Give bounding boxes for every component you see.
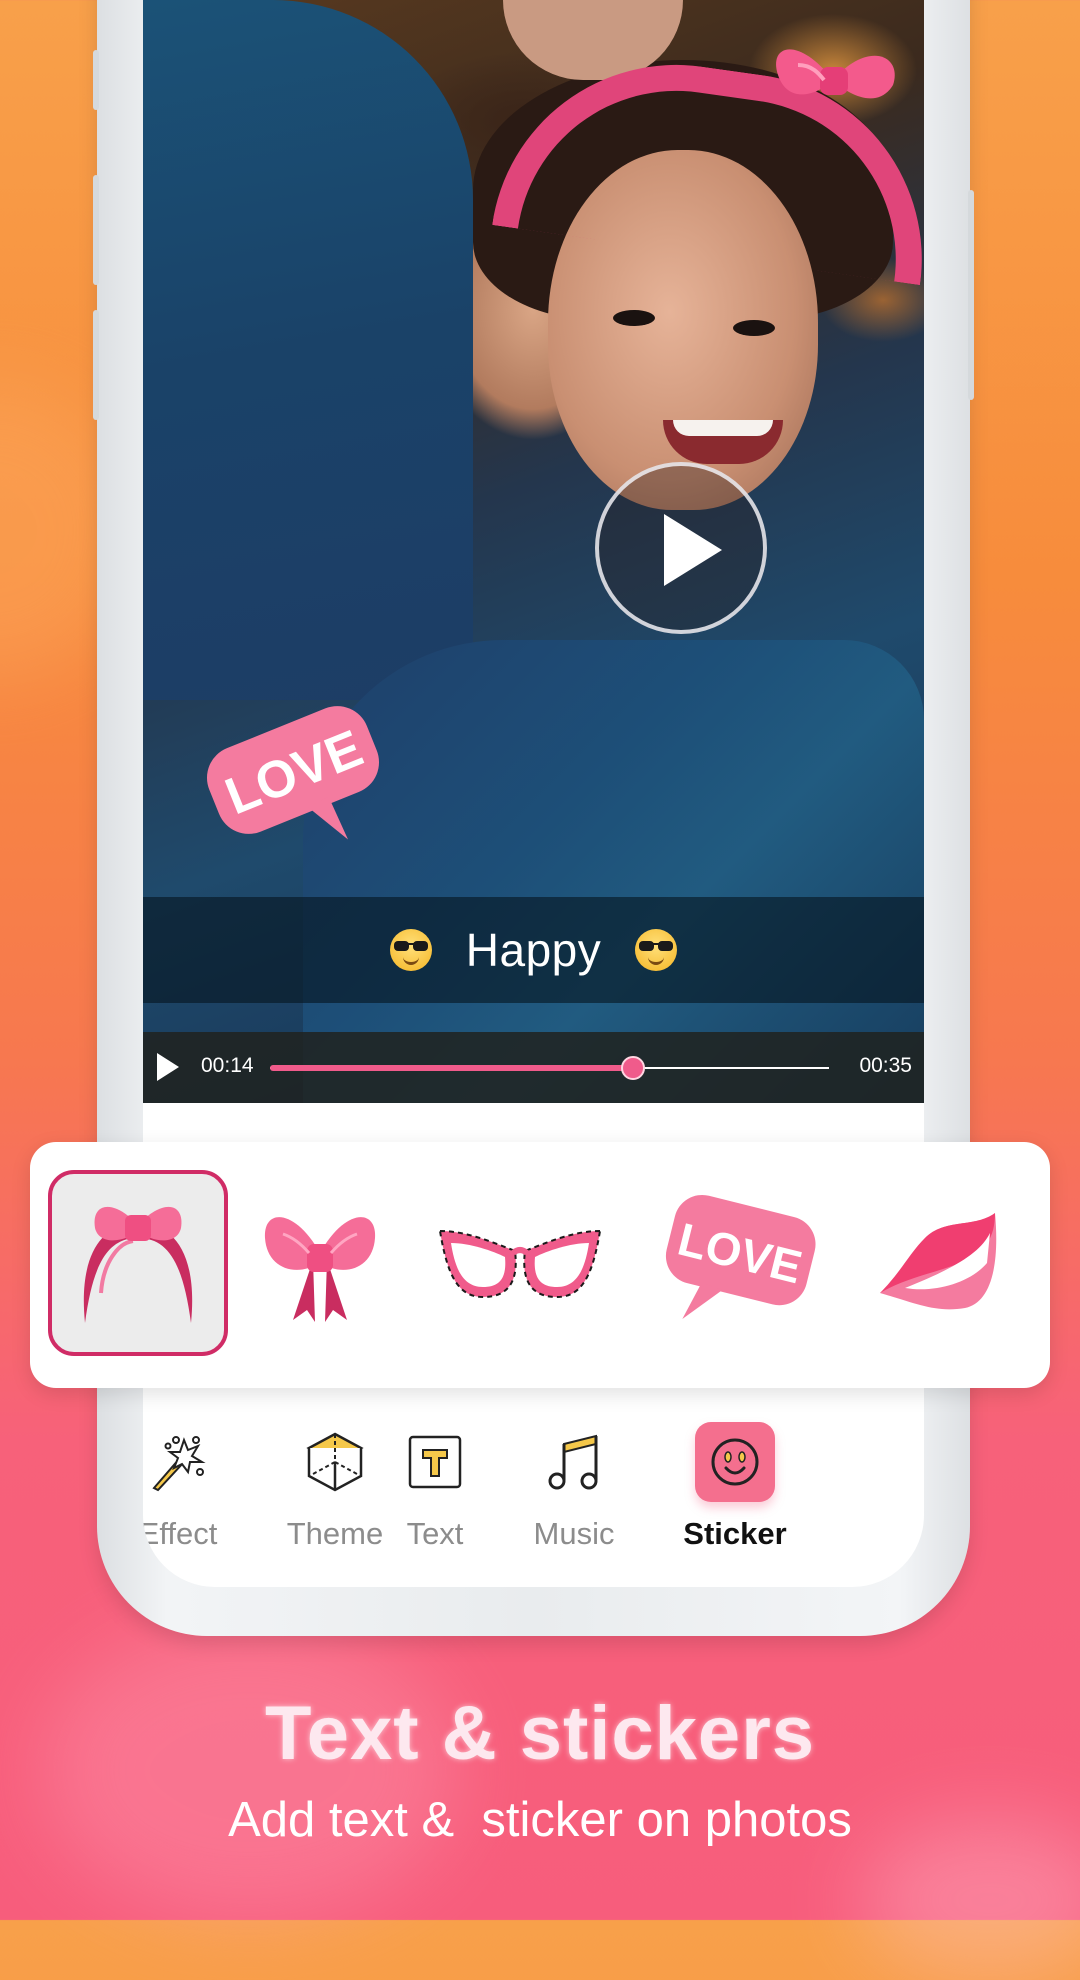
- phone-side-button: [968, 190, 974, 400]
- caption-bar[interactable]: Happy: [143, 897, 924, 1003]
- cube-icon: [295, 1422, 375, 1502]
- phone-side-button: [93, 310, 99, 420]
- promo-subtitle: Add text & sticker on photos: [228, 1793, 852, 1847]
- photo-teeth: [673, 420, 773, 436]
- magic-wand-icon: [143, 1422, 218, 1502]
- sticker-item-glasses[interactable]: [430, 1170, 610, 1356]
- seek-bar-handle[interactable]: [621, 1056, 646, 1080]
- promo-title: Text & stickers: [264, 1691, 816, 1776]
- bow-icon: [264, 1217, 376, 1322]
- headband-bow-sticker-overlay[interactable]: [758, 35, 908, 125]
- video-player-bar: 00:14 00:35: [143, 1032, 924, 1103]
- sunglasses-emoji-icon: [389, 929, 432, 971]
- lips-icon: [880, 1213, 997, 1310]
- caption-text[interactable]: Happy: [466, 923, 601, 977]
- music-note-icon: [534, 1422, 614, 1502]
- seek-bar-progress: [270, 1065, 634, 1071]
- phone-side-button: [93, 175, 99, 285]
- video-preview[interactable]: LOVE Happy 00:14 00:35: [143, 0, 924, 1103]
- nav-label: Text: [406, 1516, 464, 1551]
- love-bubble-icon: LOVE: [665, 1194, 816, 1320]
- nav-label: Effect: [143, 1516, 218, 1551]
- photo-arm: [143, 0, 473, 700]
- play-overlay-button[interactable]: [595, 462, 767, 634]
- sunglasses-emoji-icon: [635, 929, 678, 971]
- photo-eye: [613, 310, 655, 326]
- glasses-icon: [438, 1229, 602, 1299]
- play-icon: [664, 514, 722, 586]
- play-icon[interactable]: [157, 1053, 179, 1081]
- love-sticker-overlay[interactable]: LOVE: [198, 690, 388, 860]
- sticker-item-bow[interactable]: [230, 1170, 410, 1356]
- smiley-icon: [695, 1422, 775, 1502]
- nav-label: Sticker: [683, 1516, 787, 1551]
- nav-item-effect[interactable]: Effect: [143, 1422, 243, 1562]
- nav-item-sticker[interactable]: Sticker: [670, 1422, 800, 1562]
- duration: 00:35: [859, 1054, 912, 1077]
- phone-side-button: [93, 50, 99, 110]
- sticker-tray: LOVE: [30, 1142, 1050, 1388]
- nav-item-text[interactable]: Text: [370, 1422, 500, 1562]
- sticker-item-headband[interactable]: [48, 1170, 228, 1356]
- nav-item-music[interactable]: Music: [509, 1422, 639, 1562]
- text-box-icon: [395, 1422, 475, 1502]
- seek-bar[interactable]: [270, 1056, 829, 1080]
- photo-eye: [733, 320, 775, 336]
- sticker-item-love[interactable]: LOVE: [650, 1170, 830, 1356]
- sticker-item-lips[interactable]: [850, 1170, 1030, 1356]
- headband-icon: [83, 1206, 193, 1323]
- nav-label: Music: [533, 1516, 615, 1551]
- current-time: 00:14: [201, 1054, 254, 1077]
